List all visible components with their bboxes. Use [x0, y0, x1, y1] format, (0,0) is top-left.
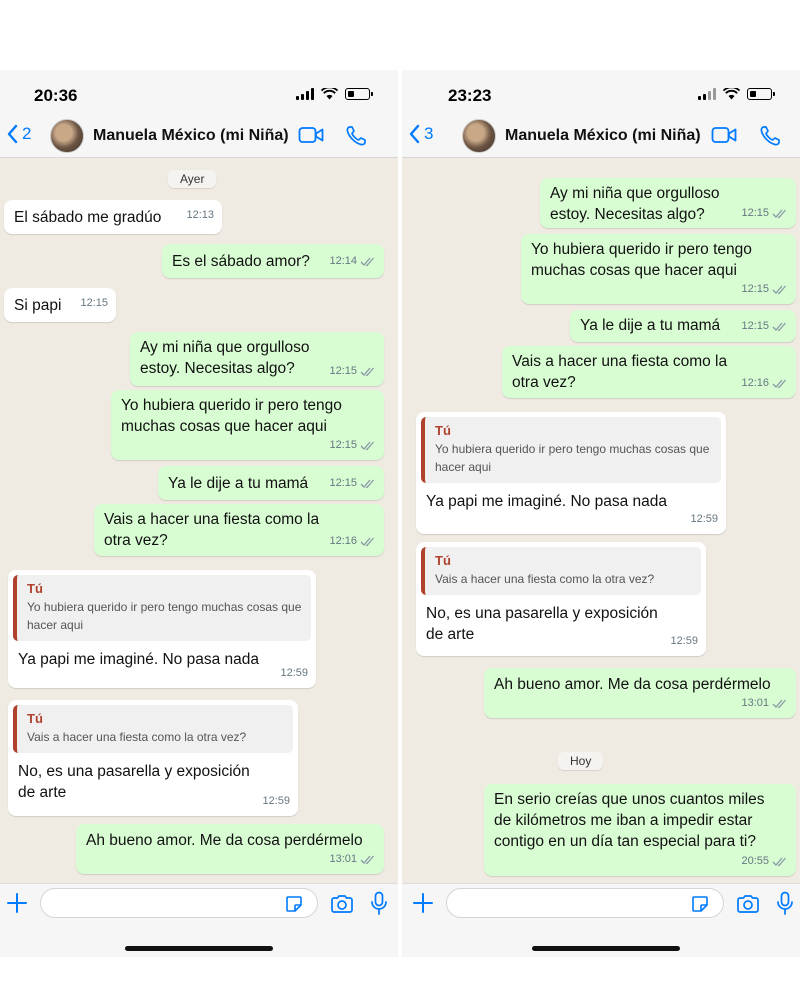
read-ticks-icon	[360, 479, 374, 489]
message-list[interactable]: Ayer El sábado me gradúo 12:13 Es el sáb…	[0, 158, 398, 883]
chevron-left-icon	[409, 124, 420, 144]
unread-count: 2	[22, 124, 32, 143]
video-call-icon[interactable]	[298, 125, 324, 145]
read-ticks-icon	[772, 285, 786, 295]
plus-icon[interactable]	[6, 892, 28, 914]
status-time: 23:23	[448, 86, 492, 105]
status-bar: 23:23	[402, 70, 800, 118]
camera-icon[interactable]	[330, 894, 354, 914]
message-outgoing[interactable]: Ay mi niña que orgulloso estoy. Necesita…	[540, 178, 796, 228]
status-bar: 20:36	[0, 70, 398, 118]
date-chip: Ayer	[168, 170, 217, 188]
contact-name[interactable]: Manuela México (mi Niña)	[93, 127, 289, 145]
back-button[interactable]: 3	[408, 124, 433, 144]
wifi-icon	[723, 88, 740, 100]
composer-bar	[0, 883, 398, 957]
read-ticks-icon	[772, 379, 786, 389]
message-outgoing[interactable]: Ay mi niña que orgulloso estoy. Necesita…	[130, 332, 384, 386]
plus-icon[interactable]	[412, 892, 434, 914]
message-outgoing[interactable]: Ah bueno amor. Me da cosa perdérmelo 13:…	[484, 668, 796, 718]
message-outgoing[interactable]: Yo hubiera querido ir pero tengo muchas …	[521, 234, 796, 304]
home-indicator	[532, 946, 680, 951]
microphone-icon[interactable]	[776, 891, 794, 917]
quoted-message[interactable]: Tú Vais a hacer una fiesta como la otra …	[13, 705, 293, 753]
video-call-icon[interactable]	[711, 125, 737, 145]
message-outgoing[interactable]: Vais a hacer una fiesta como la otra vez…	[94, 504, 384, 556]
message-input[interactable]	[446, 888, 724, 918]
avatar[interactable]	[462, 119, 496, 153]
message-outgoing[interactable]: Vais a hacer una fiesta como la otra vez…	[502, 346, 796, 398]
battery-icon	[345, 88, 373, 100]
message-outgoing[interactable]: Ya le dije a tu mamá 12:15	[158, 466, 384, 500]
back-button[interactable]: 2	[6, 124, 31, 144]
read-ticks-icon	[360, 257, 374, 267]
battery-icon	[747, 88, 775, 100]
read-ticks-icon	[772, 699, 786, 709]
home-indicator	[125, 946, 273, 951]
sticker-icon[interactable]	[285, 895, 303, 913]
read-ticks-icon	[772, 322, 786, 332]
microphone-icon[interactable]	[370, 891, 388, 917]
chat-header: 2 Manuela México (mi Niña)	[0, 118, 398, 158]
phone-icon[interactable]	[345, 125, 367, 147]
sticker-icon[interactable]	[691, 895, 709, 913]
chat-screen-left: 20:36 2 Manuela México (mi Niña) Ayer El…	[0, 70, 398, 957]
avatar[interactable]	[50, 119, 84, 153]
message-input[interactable]	[40, 888, 318, 918]
camera-icon[interactable]	[736, 894, 760, 914]
message-incoming-reply[interactable]: Tú Yo hubiera querido ir pero tengo much…	[8, 570, 316, 688]
contact-name[interactable]: Manuela México (mi Niña)	[505, 127, 701, 145]
message-outgoing[interactable]: Es el sábado amor? 12:14	[162, 244, 384, 278]
chevron-left-icon	[7, 124, 18, 144]
date-chip: Hoy	[558, 752, 604, 770]
message-incoming[interactable]: Si papi 12:15	[4, 288, 116, 322]
message-incoming-reply[interactable]: Tú Yo hubiera querido ir pero tengo much…	[416, 412, 726, 534]
unread-count: 3	[424, 124, 434, 143]
quoted-message[interactable]: Tú Yo hubiera querido ir pero tengo much…	[13, 575, 311, 641]
read-ticks-icon	[772, 857, 786, 867]
signal-icon	[296, 88, 314, 100]
composer-bar	[402, 883, 800, 957]
read-ticks-icon	[360, 855, 374, 865]
chat-screen-right: 23:23 3 Manuela México (mi Niña) Ay mi n…	[402, 70, 800, 957]
phone-icon[interactable]	[759, 125, 781, 147]
read-ticks-icon	[360, 367, 374, 377]
status-time: 20:36	[34, 86, 78, 105]
message-outgoing[interactable]: Ya le dije a tu mamá 12:15	[570, 310, 796, 342]
signal-icon	[698, 88, 716, 100]
read-ticks-icon	[360, 441, 374, 451]
message-incoming[interactable]: El sábado me gradúo 12:13	[4, 200, 222, 234]
message-outgoing[interactable]: Yo hubiera querido ir pero tengo muchas …	[111, 390, 384, 460]
quoted-message[interactable]: Tú Yo hubiera querido ir pero tengo much…	[421, 417, 721, 483]
wifi-icon	[321, 88, 338, 100]
chat-header: 3 Manuela México (mi Niña)	[402, 118, 800, 158]
message-incoming-reply[interactable]: Tú Vais a hacer una fiesta como la otra …	[416, 542, 706, 656]
message-incoming-reply[interactable]: Tú Vais a hacer una fiesta como la otra …	[8, 700, 298, 816]
message-list[interactable]: Ay mi niña que orgulloso estoy. Necesita…	[402, 158, 800, 883]
read-ticks-icon	[360, 537, 374, 547]
message-outgoing[interactable]: Ah bueno amor. Me da cosa perdérmelo 13:…	[76, 824, 384, 874]
message-outgoing[interactable]: En serio creías que unos cuantos miles d…	[484, 784, 796, 876]
quoted-message[interactable]: Tú Vais a hacer una fiesta como la otra …	[421, 547, 701, 595]
read-ticks-icon	[772, 209, 786, 219]
